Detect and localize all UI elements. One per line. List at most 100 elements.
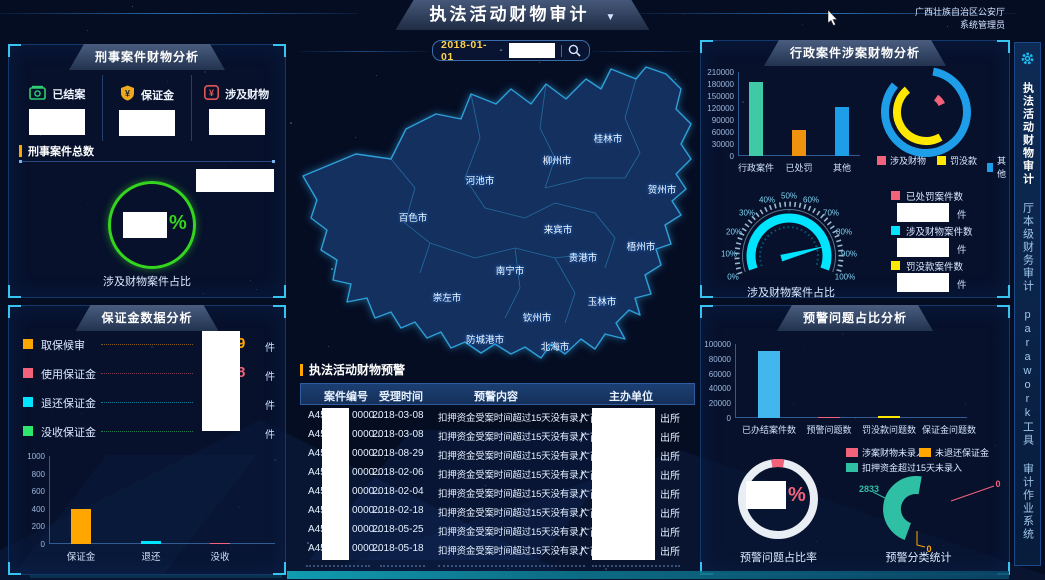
legend-swatch [937,156,946,165]
bar [141,541,161,544]
gauge-tick-label: 0% [727,273,739,282]
sidebar-item[interactable]: 审计作业系统 [1020,463,1036,541]
stat-item: ¥ 涉及财物 [191,75,281,141]
legend-label: 涉及财物 [890,154,926,167]
map-city-label[interactable]: 河池市 [466,173,495,187]
stat-top: ¥ 涉及财物 [192,85,281,103]
row-date: 2018-03-08 [363,410,433,421]
map-city-label[interactable]: 柳州市 [543,153,572,167]
axis-tick-label: 60000 [701,128,734,137]
row-warning-content: 扣押资金受案时间超过15天没有录入 [438,486,588,500]
legend-swatch [891,261,900,270]
row-warning-content: 扣押资金受案时间超过15天没有录入 [438,448,588,462]
start-date-value[interactable]: 2018-01-01 [441,39,493,63]
deposit-bar-chart: 02004006008001000保证金退还没收 [9,306,285,574]
user-org-block: 广西壮族自治区公安厅 系统管理员 [915,6,1005,32]
dashboard-root: 执法活动财物审计 ▼ 广西壮族自治区公安厅 系统管理员 刑事案件财物分析 已结案 ¥… [0,0,1045,580]
category-label: 其他 [833,161,851,174]
ratio-caption: 预警问题占比率 [701,549,856,565]
orange-marker-icon [19,145,22,157]
gear-icon[interactable] [1020,51,1035,66]
sidebar-item[interactable]: parawork工具 [1020,309,1036,447]
table-column-header: 预警内容 [474,388,518,404]
map-city-label[interactable]: 防城港市 [466,332,504,346]
redaction-box [746,481,786,509]
map-svg [295,58,695,360]
sidebar-item[interactable]: 执法活动财物审计 [1020,82,1036,186]
date-range-bar[interactable]: 2018-01-01 - [432,40,590,61]
redaction-box [196,169,274,192]
axis-tick-label: 40000 [701,384,731,393]
map-city-label[interactable]: 玉林市 [588,294,617,308]
row-warning-content: 扣押资金受案时间超过15天没有录入 [438,505,588,519]
redaction-box [29,109,85,135]
criminal-panel: 刑事案件财物分析 已结案¥保证金¥涉及财物 刑事案件总数 % 涉及财物案件占比 [8,44,286,298]
row-warning-content: 扣押资金受案时间超过15天没有录入 [438,543,588,557]
deco-line [592,51,695,52]
right-sidebar: 执法活动财物审计厅本级财务审计 parawork工具审计作业系统 [1014,42,1041,566]
gauge-tick-label: 90% [841,250,857,259]
table-header: 案件编号受理时间预警内容主办单位 [300,383,695,405]
bar [71,509,91,544]
guangxi-map[interactable]: 河池市 桂林市柳州市贺州市百色市来宾市梧州市贵港市南宁市玉林市 崇左市钦州市防城港市… [295,58,695,360]
map-city-label[interactable]: 百色市 [399,210,428,224]
legend-label: 罚没款 [950,154,977,167]
mouse-cursor [828,10,839,31]
redaction-box [509,43,555,58]
search-icon[interactable] [568,44,581,57]
row-org-suffix: 出所 [660,524,680,539]
redaction-box [209,109,265,135]
gauge-tick-label: 20% [726,228,742,237]
legend-unit: 件 [957,277,967,291]
map-city-label[interactable]: 南宁市 [496,263,525,277]
svg-text:¥: ¥ [209,88,214,98]
ring-legend-item[interactable]: 罚没款 [937,154,977,167]
row-org-suffix: 出所 [660,486,680,501]
axis-tick-label: 100000 [701,340,731,349]
ring-legend-item[interactable]: 涉及财物 [877,154,926,167]
row-org-suffix: 出所 [660,543,680,558]
ring-legend-item[interactable]: 其他 [987,154,1009,180]
category-label: 罚没款问题数 [862,423,916,436]
stat-label: 保证金 [141,87,174,103]
row-date: 2018-03-08 [363,429,433,440]
bar [792,130,806,156]
category-label: 预警问题数 [806,423,851,436]
axis-tick-label: 400 [11,505,45,514]
row-org-suffix: 出所 [660,429,680,444]
map-city-label[interactable]: 贺州市 [648,182,677,196]
map-city-label[interactable]: 崇左市 [433,290,462,304]
warn-class-donut [851,446,1011,561]
gauge-caption: 涉及财物案件占比 [701,284,881,300]
bar [878,416,900,418]
stat-item: 已结案 [13,75,102,141]
legend-label[interactable]: 罚没款案件数 [906,259,963,273]
legend-label[interactable]: 已处罚案件数 [906,189,963,203]
legend-unit: 件 [957,207,967,221]
gauge-tick-label: 70% [823,209,839,218]
map-city-label[interactable]: 桂林市 [594,131,623,145]
category-label: 保证金 [67,549,96,563]
gauge-tick-label: 50% [781,192,797,201]
clipped-row-dots [438,565,585,567]
clipped-row-dots [592,565,680,567]
star-dot [802,24,803,25]
axis-tick-label: 60000 [701,370,731,379]
map-city-label[interactable]: 来宾市 [544,222,573,236]
redaction-box [592,408,655,560]
redaction-box [897,203,949,222]
sidebar-item[interactable]: 厅本级财务审计 [1020,202,1036,293]
axis-tick-label: 180000 [701,80,734,89]
map-city-label[interactable]: 钦州市 [523,310,552,324]
panel-title: 刑事案件财物分析 [69,44,225,70]
user-role[interactable]: 系统管理员 [915,19,1005,32]
legend-label[interactable]: 涉及财物案件数 [906,224,973,238]
map-city-label[interactable]: 贵港市 [569,250,598,264]
category-label: 已办结案件数 [742,423,796,436]
map-city-label[interactable]: 北海市 [541,339,570,353]
dropdown-caret-icon[interactable]: ▼ [606,3,616,33]
stat-label: 涉及财物 [225,86,269,102]
redaction-box [322,408,349,560]
axis-tick-label: 1000 [11,452,45,461]
map-city-label[interactable]: 梧州市 [627,239,656,253]
